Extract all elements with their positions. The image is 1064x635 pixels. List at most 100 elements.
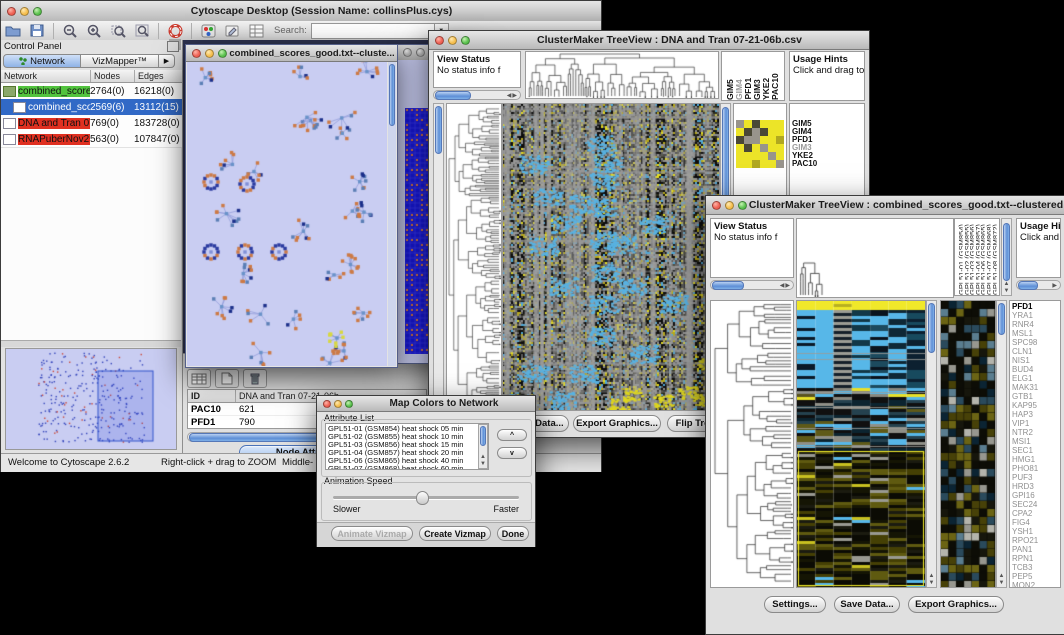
column-label[interactable]: GIM3: [752, 79, 761, 100]
network-overview-canvas[interactable]: [5, 348, 177, 450]
zoom-in-icon[interactable]: [85, 23, 103, 38]
network-vscrollbar[interactable]: [388, 62, 396, 366]
matrix-cell[interactable]: [744, 120, 752, 128]
gene-label[interactable]: TCB3: [1012, 563, 1060, 572]
gene-label[interactable]: PUF3: [1012, 473, 1060, 482]
network-table-row[interactable]: RNAPuberNov2+!563(0)107847(0): [1, 131, 182, 147]
matrix-cell[interactable]: [776, 152, 784, 160]
network-table-row[interactable]: combined_sco2569(6)13112(15): [1, 99, 182, 115]
gene-label[interactable]: NTR2: [1012, 428, 1060, 437]
column-label[interactable]: GIM4: [734, 79, 743, 100]
matrix-cell[interactable]: [752, 136, 760, 144]
settings--button[interactable]: Settings...: [764, 596, 826, 613]
tab-vizmapper[interactable]: VizMapper™: [81, 54, 159, 68]
close-button[interactable]: [712, 201, 721, 210]
network-window-titlebar[interactable]: combined_scores_good.txt--cluste...: [186, 45, 397, 62]
gene-label[interactable]: RPN1: [1012, 554, 1060, 563]
gene-label[interactable]: ELG1: [1012, 374, 1060, 383]
gene-label[interactable]: HMG1: [1012, 455, 1060, 464]
matrix-cell[interactable]: [752, 160, 760, 168]
matrix-cell[interactable]: [736, 136, 744, 144]
gene-label[interactable]: PEP5: [1012, 572, 1060, 581]
gene-label[interactable]: PHO81: [1012, 464, 1060, 473]
float-panel-icon[interactable]: [167, 41, 179, 52]
save-icon[interactable]: [28, 23, 46, 38]
heatmap-canvas[interactable]: [796, 300, 926, 588]
gene-label[interactable]: YSH1: [1012, 527, 1060, 536]
desktop-titlebar[interactable]: Cytoscape Desktop (Session Name: collins…: [1, 1, 601, 22]
column-label[interactable]: GPL51-08 (GSM872): [991, 224, 997, 295]
column-dendrogram-canvas[interactable]: [525, 51, 719, 99]
zoom-button[interactable]: [218, 49, 227, 58]
matrix-cell[interactable]: [736, 144, 744, 152]
attribute-list[interactable]: GPL51-01 (GSM854) heat shock 05 minGPL51…: [325, 423, 489, 470]
window-controls[interactable]: [7, 7, 42, 16]
matrix-cell[interactable]: [744, 128, 752, 136]
zoom-button[interactable]: [345, 400, 353, 408]
minimize-button[interactable]: [725, 201, 734, 210]
gene-label[interactable]: RPO21: [1012, 536, 1060, 545]
matrix-cell[interactable]: [736, 128, 744, 136]
tab-network[interactable]: Network: [3, 54, 81, 68]
matrix-cell[interactable]: [760, 136, 768, 144]
close-button[interactable]: [435, 36, 444, 45]
gene-label[interactable]: VIP1: [1012, 419, 1060, 428]
zoom-vscrollbar[interactable]: ▲▼: [996, 300, 1007, 588]
zoom-fit-icon[interactable]: [133, 23, 151, 38]
zoom-selected-icon[interactable]: [109, 23, 127, 38]
export-graphics--button[interactable]: Export Graphics...: [908, 596, 1004, 613]
matrix-cell[interactable]: [768, 136, 776, 144]
delete-attribute-button[interactable]: [243, 369, 267, 388]
gene-label[interactable]: YRA1: [1012, 311, 1060, 320]
column-label[interactable]: YKE2: [761, 78, 770, 100]
matrix-cell[interactable]: [744, 136, 752, 144]
gene-label[interactable]: BUD4: [1012, 365, 1060, 374]
gene-label[interactable]: MSI1: [1012, 437, 1060, 446]
treeview2-titlebar[interactable]: ClusterMaker TreeView : combined_scores_…: [706, 196, 1064, 215]
attribute-table-button[interactable]: [187, 369, 211, 388]
save-data--button[interactable]: Save Data...: [834, 596, 900, 613]
minimize-button[interactable]: [205, 49, 214, 58]
attribute-list-item[interactable]: GPL51-07 (GSM868) heat shock 60 min: [328, 465, 488, 470]
treeview1-left-vscrollbar[interactable]: [433, 103, 444, 411]
column-label[interactable]: GPL51-01 (GSM854): [957, 224, 963, 295]
overview-divider[interactable]: [1, 341, 181, 347]
column-label[interactable]: GIM5: [725, 79, 734, 100]
column-labels-panel[interactable]: GIM5GIM4PFD1GIM3YKE2PAC10: [721, 51, 785, 101]
column-label[interactable]: PFD1: [743, 78, 752, 100]
usage-hints-hscrollbar[interactable]: ▶: [1016, 280, 1061, 290]
network-table-header[interactable]: Network Nodes Edges: [1, 70, 182, 83]
matrix-cell[interactable]: [768, 120, 776, 128]
create-attribute-button[interactable]: [215, 369, 239, 388]
matrix-cell[interactable]: [760, 120, 768, 128]
dialog-titlebar[interactable]: Map Colors to Network: [317, 396, 535, 412]
speed-slider-thumb[interactable]: [416, 491, 429, 505]
matrix-cell[interactable]: [744, 152, 752, 160]
zoom-heatmap-canvas[interactable]: [940, 300, 996, 588]
create-vizmap-button[interactable]: Create Vizmap: [419, 526, 491, 541]
search-input[interactable]: [311, 23, 435, 39]
gene-label[interactable]: SPC98: [1012, 338, 1060, 347]
matrix-cell[interactable]: [736, 160, 744, 168]
gene-label[interactable]: PFD1: [1012, 302, 1060, 311]
help-icon[interactable]: [166, 23, 184, 38]
row-dendrogram-canvas[interactable]: [710, 300, 794, 588]
matrix-cell[interactable]: [736, 120, 744, 128]
tab-overflow-button[interactable]: ▶: [159, 54, 175, 68]
heatmap-vscrollbar[interactable]: ▲▼: [926, 300, 937, 588]
row-dendrogram-canvas[interactable]: [446, 103, 502, 411]
gene-label[interactable]: PAN1: [1012, 545, 1060, 554]
minimize-button[interactable]: [416, 48, 425, 57]
gene-label[interactable]: MON2: [1012, 581, 1060, 588]
done-button[interactable]: Done: [497, 526, 529, 541]
gene-label[interactable]: GTB1: [1012, 392, 1060, 401]
network-table-row[interactable]: DNA and Tran 07769(0)183728(0): [1, 115, 182, 131]
matrix-cell[interactable]: [760, 144, 768, 152]
minimize-button[interactable]: [334, 400, 342, 408]
gene-label[interactable]: KAP95: [1012, 401, 1060, 410]
matrix-cell[interactable]: [776, 120, 784, 128]
zoom-out-icon[interactable]: [61, 23, 79, 38]
close-button[interactable]: [323, 400, 331, 408]
gene-labels-panel[interactable]: PFD1YRA1RNR4MSL1SPC98CLN1NIS1BUD4ELG1MAK…: [1009, 300, 1061, 588]
treeview1-titlebar[interactable]: ClusterMaker TreeView : DNA and Tran 07-…: [429, 31, 869, 50]
